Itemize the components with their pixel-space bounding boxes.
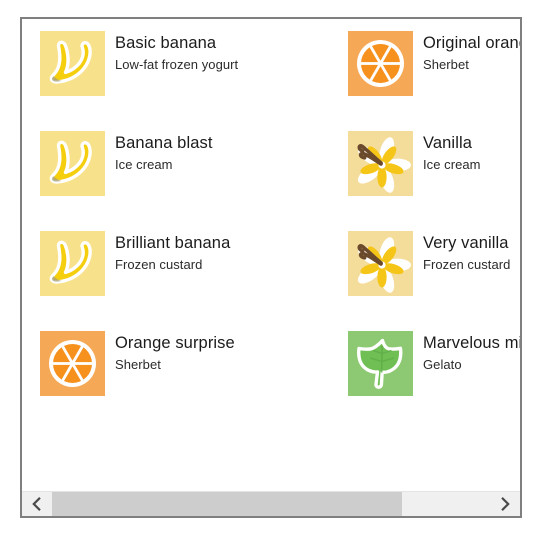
- gridview-viewport: Basic banana Low-fat frozen yogurt Banana …: [22, 19, 520, 491]
- gridview-item-subtitle: Gelato: [423, 357, 462, 372]
- gridview-item-subtitle: Ice cream: [423, 157, 481, 172]
- gridview-items-grid: Basic banana Low-fat frozen yogurt Banana …: [40, 30, 520, 490]
- banana-icon: [40, 31, 105, 96]
- gridview-item-subtitle: Sherbet: [423, 57, 469, 72]
- banana-icon: [40, 131, 105, 196]
- mint-leaf-icon: [348, 331, 413, 396]
- gridview-item-title: Marvelous mint: [423, 334, 520, 352]
- gridview-item[interactable]: Vanilla Ice cream: [348, 130, 520, 230]
- gridview-item-text: Marvelous mint Gelato: [423, 330, 520, 374]
- gridview-item-title: Orange surprise: [115, 334, 235, 352]
- scrollbar-thumb[interactable]: [52, 492, 403, 516]
- horizontal-scrollbar[interactable]: [22, 491, 520, 516]
- chevron-left-icon: [32, 497, 41, 511]
- gridview-item-title: Very vanilla: [423, 234, 509, 252]
- gridview-item[interactable]: Very vanilla Frozen custard: [348, 230, 520, 330]
- gridview-item-title: Original orange: [423, 34, 520, 52]
- vanilla-flower-icon: [348, 231, 413, 296]
- vanilla-flower-icon: [348, 131, 413, 196]
- flavor-gridview-frame: Basic banana Low-fat frozen yogurt Banana …: [20, 17, 522, 518]
- gridview-item-text: Very vanilla Frozen custard: [423, 230, 510, 274]
- gridview-item-title: Vanilla: [423, 134, 473, 152]
- chevron-right-icon: [501, 497, 510, 511]
- gridview-item[interactable]: Banana blast Ice cream: [40, 130, 348, 230]
- scroll-right-button[interactable]: [490, 492, 520, 516]
- gridview-item-subtitle: Frozen custard: [115, 257, 203, 272]
- gridview-item-subtitle: Sherbet: [115, 357, 161, 372]
- gridview-item-subtitle: Ice cream: [115, 157, 173, 172]
- gridview-item[interactable]: Basic banana Low-fat frozen yogurt: [40, 30, 348, 130]
- gridview-item-text: Original orange Sherbet: [423, 30, 520, 74]
- gridview-item-subtitle: Low-fat frozen yogurt: [115, 57, 239, 72]
- gridview-item-text: Banana blast Ice cream: [115, 130, 213, 174]
- gridview-item-title: Banana blast: [115, 134, 213, 152]
- orange-slice-icon: [40, 331, 105, 396]
- gridview-item-text: Vanilla Ice cream: [423, 130, 481, 174]
- gridview-item-text: Orange surprise Sherbet: [115, 330, 235, 374]
- gridview-item-text: Brilliant banana Frozen custard: [115, 230, 230, 274]
- gridview-item-text: Basic banana Low-fat frozen yogurt: [115, 30, 238, 74]
- gridview-item-title: Brilliant banana: [115, 234, 231, 252]
- gridview-item[interactable]: Original orange Sherbet: [348, 30, 520, 130]
- orange-slice-icon: [348, 31, 413, 96]
- scroll-left-button[interactable]: [22, 492, 52, 516]
- banana-icon: [40, 231, 105, 296]
- scrollbar-track[interactable]: [52, 492, 490, 516]
- gridview-item-subtitle: Frozen custard: [423, 257, 511, 272]
- gridview-item[interactable]: Marvelous mint Gelato: [348, 330, 520, 430]
- gridview-item[interactable]: Brilliant banana Frozen custard: [40, 230, 348, 330]
- gridview-item-title: Basic banana: [115, 34, 217, 52]
- gridview-item[interactable]: Orange surprise Sherbet: [40, 330, 348, 430]
- app-root: Basic banana Low-fat frozen yogurt Banana …: [0, 0, 546, 547]
